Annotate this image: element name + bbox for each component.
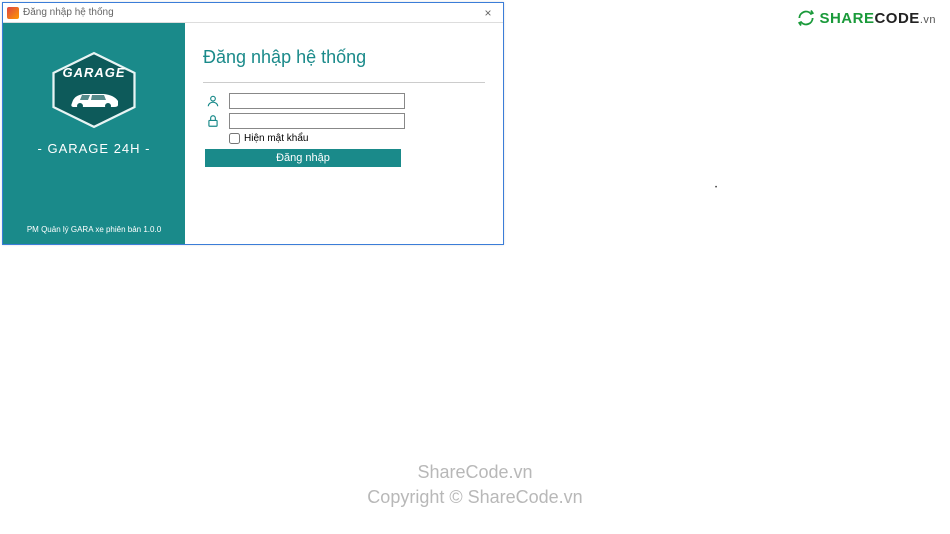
sidebar: GARAGE - GARAGE 24H - PM Quản lý GARA xe… (3, 23, 185, 244)
window-title: Đăng nhập hệ thống (23, 7, 477, 18)
watermark-code: CODE (874, 10, 919, 27)
corner-watermark: SHARECODE.vn (796, 8, 936, 28)
version-text: PM Quản lý GARA xe phiên bản 1.0.0 (3, 225, 185, 234)
close-icon[interactable]: × (477, 5, 499, 21)
show-password-checkbox[interactable] (229, 133, 240, 144)
lock-icon (203, 113, 223, 129)
password-input[interactable] (229, 113, 405, 129)
app-icon (7, 7, 19, 19)
titlebar: Đăng nhập hệ thống × (3, 3, 503, 23)
logo: GARAGE (49, 51, 139, 129)
recycle-icon (796, 8, 816, 28)
password-row (203, 113, 485, 129)
brand-name: - GARAGE 24H - (38, 141, 151, 156)
watermark-share: SHARE (819, 10, 874, 27)
logo-label: GARAGE (49, 65, 139, 80)
main-panel: Đăng nhập hệ thống (185, 23, 503, 244)
login-window: Đăng nhập hệ thống × GARAGE - GARAGE 24H… (2, 2, 504, 245)
user-icon (203, 93, 223, 109)
show-password-row: Hiện mật khẩu (229, 133, 485, 144)
center-watermark-line2: Copyright © ShareCode.vn (367, 485, 582, 510)
username-input[interactable] (229, 93, 405, 109)
show-password-label: Hiện mật khẩu (244, 133, 308, 144)
window-body: GARAGE - GARAGE 24H - PM Quản lý GARA xe… (3, 23, 503, 244)
divider (203, 82, 485, 83)
login-button[interactable]: Đăng nhập (205, 149, 401, 167)
center-watermark-line1: ShareCode.vn (367, 460, 582, 485)
watermark-vn: .vn (920, 14, 936, 26)
username-row (203, 93, 485, 109)
center-watermark: ShareCode.vn Copyright © ShareCode.vn (367, 460, 582, 510)
car-icon (64, 89, 124, 111)
login-heading: Đăng nhập hệ thống (203, 47, 485, 68)
stray-dot: • (715, 185, 717, 191)
watermark-text: SHARECODE.vn (819, 10, 936, 27)
